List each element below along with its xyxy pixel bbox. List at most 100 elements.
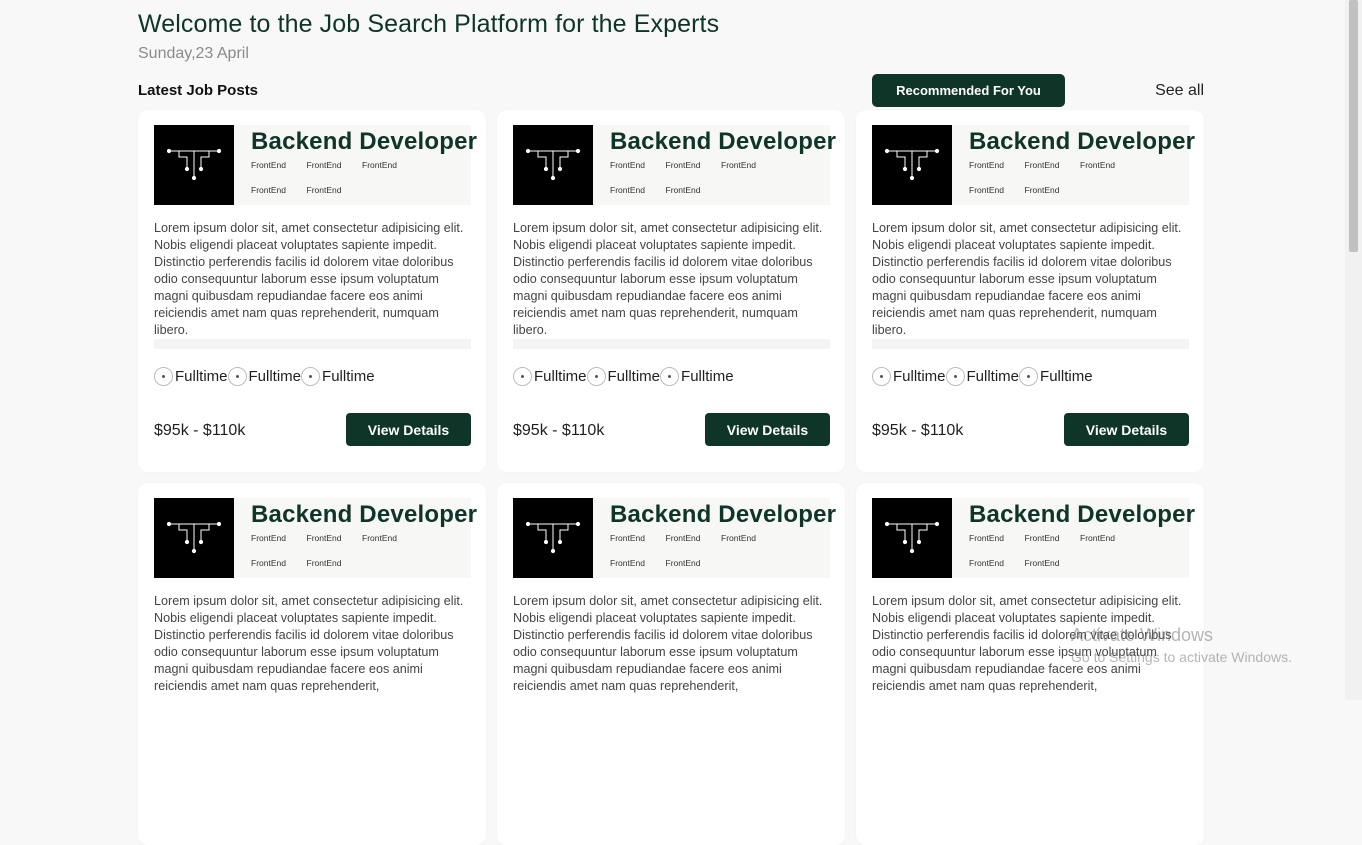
job-title[interactable]: Backend Developer bbox=[251, 128, 477, 156]
job-description: Lorem ipsum dolor sit, amet consectetur … bbox=[872, 221, 1182, 337]
skill-tag: FrontEnd bbox=[306, 558, 342, 568]
salary-range: $95k - $110k bbox=[513, 422, 605, 439]
skill-tag: FrontEnd bbox=[969, 160, 1004, 170]
job-title[interactable]: Backend Developer bbox=[969, 501, 1195, 529]
radio-dot-icon bbox=[872, 367, 891, 386]
job-types: Fulltime Fulltime Fulltime bbox=[513, 367, 734, 386]
circuit-t-logo-icon bbox=[513, 125, 593, 205]
date-label: Sunday,23 April bbox=[138, 45, 249, 62]
job-card: Backend Developer FrontEnd FrontEnd FrontE… bbox=[138, 110, 486, 472]
divider bbox=[872, 339, 1189, 349]
skill-tag: FrontEnd bbox=[665, 160, 701, 170]
salary-range: $95k - $110k bbox=[872, 422, 964, 439]
job-type-label: Fulltime bbox=[175, 368, 228, 385]
skill-tag: FrontEnd bbox=[1080, 533, 1115, 543]
scrollbar-thumb[interactable] bbox=[1349, 0, 1358, 252]
skill-tag: FrontEnd bbox=[306, 185, 342, 195]
job-card-header: Backend Developer FrontEnd FrontEnd FrontE… bbox=[513, 125, 836, 205]
circuit-t-logo-icon bbox=[872, 125, 952, 205]
skill-tag: FrontEnd bbox=[251, 533, 286, 543]
radio-dot-icon bbox=[945, 367, 965, 386]
job-type-label: Fulltime bbox=[322, 368, 375, 385]
skill-tag: FrontEnd bbox=[1024, 533, 1060, 543]
skill-tag: FrontEnd bbox=[362, 160, 397, 170]
job-type: Fulltime bbox=[227, 367, 302, 386]
skill-tag: FrontEnd bbox=[665, 558, 701, 568]
job-card-header: Backend Developer FrontEnd FrontEnd FrontE… bbox=[872, 498, 1195, 578]
job-type-label: Fulltime bbox=[1040, 368, 1093, 385]
skill-tag: FrontEnd bbox=[969, 558, 1004, 568]
skill-tag: FrontEnd bbox=[1080, 160, 1115, 170]
skill-tag: FrontEnd bbox=[251, 160, 286, 170]
job-type: Fulltime bbox=[301, 367, 375, 386]
skill-tag: FrontEnd bbox=[306, 160, 342, 170]
view-details-button[interactable]: View Details bbox=[1064, 413, 1189, 446]
job-type-label: Fulltime bbox=[681, 368, 734, 385]
skill-tag: FrontEnd bbox=[610, 533, 645, 543]
job-card-header: Backend Developer FrontEnd FrontEnd FrontE… bbox=[872, 125, 1195, 205]
see-all-link[interactable]: See all bbox=[1155, 82, 1204, 100]
job-card: Backend Developer FrontEnd FrontEnd FrontE… bbox=[138, 483, 486, 845]
skill-tag: FrontEnd bbox=[1024, 185, 1060, 195]
skill-tags: FrontEnd FrontEnd FrontEnd FrontEnd FrontEnd bbox=[251, 532, 466, 582]
job-types: Fulltime Fulltime Fulltime bbox=[872, 367, 1093, 386]
circuit-t-logo-icon bbox=[872, 498, 952, 578]
job-card: Backend Developer FrontEnd FrontEnd FrontE… bbox=[497, 110, 845, 472]
watermark-subtitle: Go to Settings to activate Windows. bbox=[1071, 649, 1292, 665]
recommended-button[interactable]: Recommended For You bbox=[872, 74, 1065, 107]
page-title: Welcome to the Job Search Platform for t… bbox=[138, 10, 720, 38]
activation-watermark: Activate Windows Go to Settings to activ… bbox=[1071, 624, 1292, 668]
view-details-button[interactable]: View Details bbox=[346, 413, 471, 446]
radio-dot-icon bbox=[1019, 367, 1039, 386]
skill-tag: FrontEnd bbox=[610, 160, 645, 170]
skill-tags: FrontEnd FrontEnd FrontEnd FrontEnd FrontEnd bbox=[969, 159, 1184, 209]
skill-tag: FrontEnd bbox=[251, 185, 286, 195]
skill-tag: FrontEnd bbox=[610, 558, 645, 568]
radio-dot-icon bbox=[660, 367, 680, 386]
job-type-label: Fulltime bbox=[607, 368, 661, 385]
radio-dot-icon bbox=[513, 367, 532, 386]
job-type: Fulltime bbox=[945, 367, 1020, 386]
job-type: Fulltime bbox=[1019, 367, 1093, 386]
circuit-t-logo-icon bbox=[154, 125, 234, 205]
job-description: Lorem ipsum dolor sit, amet consectetur … bbox=[154, 221, 464, 337]
radio-dot-icon bbox=[154, 367, 173, 386]
skill-tags: FrontEnd FrontEnd FrontEnd FrontEnd FrontEnd bbox=[610, 159, 825, 209]
job-card-header: Backend Developer FrontEnd FrontEnd FrontE… bbox=[154, 498, 477, 578]
view-details-button[interactable]: View Details bbox=[705, 413, 830, 446]
vertical-scrollbar[interactable] bbox=[1345, 0, 1362, 700]
job-type: Fulltime bbox=[872, 367, 946, 386]
job-type-label: Fulltime bbox=[248, 368, 302, 385]
job-card: Backend Developer FrontEnd FrontEnd FrontE… bbox=[497, 483, 845, 845]
job-type-label: Fulltime bbox=[966, 368, 1020, 385]
job-type-label: Fulltime bbox=[534, 368, 587, 385]
section-title: Latest Job Posts bbox=[138, 82, 259, 99]
skill-tag: FrontEnd bbox=[969, 533, 1004, 543]
job-type-label: Fulltime bbox=[893, 368, 946, 385]
salary-range: $95k - $110k bbox=[154, 422, 246, 439]
skill-tag: FrontEnd bbox=[251, 558, 286, 568]
skill-tag: FrontEnd bbox=[665, 533, 701, 543]
circuit-t-logo-icon bbox=[513, 498, 593, 578]
watermark-title: Activate Windows bbox=[1071, 625, 1214, 645]
job-title[interactable]: Backend Developer bbox=[969, 128, 1195, 156]
radio-dot-icon bbox=[586, 367, 606, 386]
job-type: Fulltime bbox=[513, 367, 587, 386]
job-title[interactable]: Backend Developer bbox=[610, 128, 836, 156]
skill-tag: FrontEnd bbox=[665, 185, 701, 195]
job-card-header: Backend Developer FrontEnd FrontEnd FrontE… bbox=[154, 125, 477, 205]
job-types: Fulltime Fulltime Fulltime bbox=[154, 367, 375, 386]
divider bbox=[154, 339, 471, 349]
skill-tags: FrontEnd FrontEnd FrontEnd FrontEnd FrontEnd bbox=[610, 532, 825, 582]
job-description: Lorem ipsum dolor sit, amet consectetur … bbox=[513, 221, 823, 337]
job-title[interactable]: Backend Developer bbox=[251, 501, 477, 529]
job-title[interactable]: Backend Developer bbox=[610, 501, 836, 529]
job-type: Fulltime bbox=[586, 367, 661, 386]
job-type: Fulltime bbox=[154, 367, 228, 386]
skill-tag: FrontEnd bbox=[969, 185, 1004, 195]
skill-tags: FrontEnd FrontEnd FrontEnd FrontEnd FrontEnd bbox=[969, 532, 1184, 582]
divider bbox=[513, 339, 830, 349]
radio-dot-icon bbox=[301, 367, 321, 386]
job-type: Fulltime bbox=[660, 367, 734, 386]
circuit-t-logo-icon bbox=[154, 498, 234, 578]
